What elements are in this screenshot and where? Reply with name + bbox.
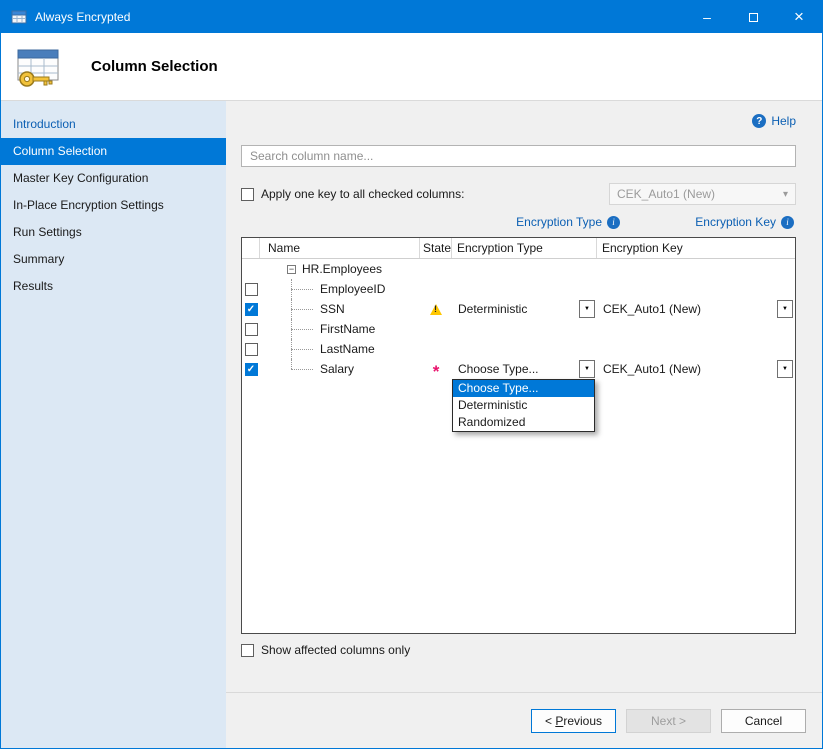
minimize-button[interactable]: – bbox=[684, 1, 730, 33]
dropdown-arrow-icon: ▼ bbox=[782, 306, 788, 312]
column-row-employeeid[interactable]: EmployeeID bbox=[242, 279, 795, 299]
encryption-type-link[interactable]: Encryption Type i bbox=[516, 215, 620, 229]
ssn-encryption-type-cell[interactable]: Deterministic ▼ bbox=[452, 299, 597, 319]
encryption-key-link[interactable]: Encryption Key i bbox=[695, 215, 794, 229]
encryption-key-link-label: Encryption Key bbox=[695, 215, 776, 229]
show-affected-columns-label: Show affected columns only bbox=[261, 643, 410, 657]
encryption-type-info-icon: i bbox=[607, 216, 620, 229]
column-name-label: LastName bbox=[320, 342, 375, 356]
salary-encryption-key-cell[interactable]: CEK_Auto1 (New) ▼ bbox=[597, 359, 795, 379]
wizard-steps-sidebar: Introduction Column Selection Master Key… bbox=[1, 101, 226, 748]
title-bar: Always Encrypted – × bbox=[1, 1, 822, 33]
header-encryption-type: Encryption Type bbox=[452, 238, 597, 258]
check-icon: ✓ bbox=[247, 304, 255, 315]
help-link[interactable]: ? Help bbox=[752, 114, 796, 128]
column-row-firstname[interactable]: FirstName bbox=[242, 319, 795, 339]
column-row-ssn[interactable]: ✓ SSN Deterministic ▼ CEK_Auto1 (New) ▼ bbox=[242, 299, 795, 319]
apply-one-key-label: Apply one key to all checked columns: bbox=[261, 187, 464, 201]
ssn-encryption-type-dropdown-button[interactable]: ▼ bbox=[579, 300, 595, 318]
column-row-salary[interactable]: ✓ Salary * Choose Type... ▼ CEK_Auto1 (N… bbox=[242, 359, 795, 379]
table-name-label: HR.Employees bbox=[302, 262, 382, 276]
ssn-encryption-key-value: CEK_Auto1 (New) bbox=[603, 302, 701, 316]
close-button[interactable]: × bbox=[776, 1, 822, 33]
encryption-type-dropdown-list: Choose Type... Deterministic Randomized bbox=[452, 379, 595, 432]
sidebar-item-master-key-configuration[interactable]: Master Key Configuration bbox=[1, 165, 226, 192]
dropdown-option-deterministic[interactable]: Deterministic bbox=[453, 397, 594, 414]
cancel-button[interactable]: Cancel bbox=[721, 709, 806, 733]
sidebar-item-summary[interactable]: Summary bbox=[1, 246, 226, 273]
header-checkbox-column bbox=[242, 238, 260, 258]
column-name-label: SSN bbox=[320, 302, 345, 316]
wizard-header: Column Selection bbox=[1, 33, 822, 101]
next-button[interactable]: Next > bbox=[626, 709, 711, 733]
header-state: State bbox=[420, 238, 452, 258]
ssn-checkbox[interactable]: ✓ bbox=[245, 303, 258, 316]
required-icon: * bbox=[433, 367, 440, 377]
show-affected-columns-checkbox[interactable] bbox=[241, 644, 254, 657]
always-encrypted-window: Always Encrypted – × Column Selection In… bbox=[0, 0, 823, 749]
sidebar-item-results[interactable]: Results bbox=[1, 273, 226, 300]
help-icon: ? bbox=[752, 114, 766, 128]
salary-encryption-type-value: Choose Type... bbox=[458, 362, 539, 376]
column-selection-panel: ? Help Apply one key to all checked colu… bbox=[226, 101, 822, 692]
dropdown-option-choose-type[interactable]: Choose Type... bbox=[453, 380, 594, 397]
page-title: Column Selection bbox=[91, 58, 218, 75]
columns-grid: Name State Encryption Type Encryption Ke… bbox=[241, 237, 796, 634]
salary-encryption-type-dropdown-button[interactable]: ▼ bbox=[579, 360, 595, 378]
salary-encryption-key-value: CEK_Auto1 (New) bbox=[603, 362, 701, 376]
search-column-input[interactable] bbox=[241, 145, 796, 167]
sidebar-item-in-place-encryption-settings[interactable]: In-Place Encryption Settings bbox=[1, 192, 226, 219]
ssn-encryption-key-dropdown-button[interactable]: ▼ bbox=[777, 300, 793, 318]
wizard-footer: < Previous Next > Cancel bbox=[226, 692, 822, 748]
ssn-encryption-key-cell[interactable]: CEK_Auto1 (New) ▼ bbox=[597, 299, 795, 319]
check-icon: ✓ bbox=[247, 364, 255, 375]
cek-combo-disabled[interactable]: CEK_Auto1 (New) ▾ bbox=[609, 183, 796, 205]
maximize-icon bbox=[749, 13, 758, 22]
previous-button[interactable]: < Previous bbox=[531, 709, 616, 733]
dropdown-arrow-icon: ▼ bbox=[584, 366, 590, 372]
column-name-label: FirstName bbox=[320, 322, 375, 336]
ssn-encryption-type-value: Deterministic bbox=[458, 302, 527, 316]
column-name-label: EmployeeID bbox=[320, 282, 385, 296]
header-encryption-key: Encryption Key bbox=[597, 238, 795, 258]
firstname-checkbox[interactable] bbox=[245, 323, 258, 336]
salary-encryption-type-cell[interactable]: Choose Type... ▼ bbox=[452, 359, 597, 379]
header-name: Name bbox=[260, 238, 420, 258]
dropdown-arrow-icon: ▼ bbox=[782, 366, 788, 372]
encryption-type-link-label: Encryption Type bbox=[516, 215, 602, 229]
sidebar-item-introduction[interactable]: Introduction bbox=[1, 111, 226, 138]
employeeid-checkbox[interactable] bbox=[245, 283, 258, 296]
window-controls: – × bbox=[684, 1, 822, 33]
salary-checkbox[interactable]: ✓ bbox=[245, 363, 258, 376]
help-label: Help bbox=[771, 114, 796, 128]
table-row-hr-employees[interactable]: − HR.Employees bbox=[242, 259, 795, 279]
lastname-checkbox[interactable] bbox=[245, 343, 258, 356]
sidebar-item-run-settings[interactable]: Run Settings bbox=[1, 219, 226, 246]
column-encryption-icon bbox=[13, 43, 61, 91]
window-title: Always Encrypted bbox=[35, 10, 130, 24]
apply-one-key-checkbox[interactable] bbox=[241, 188, 254, 201]
columns-grid-header: Name State Encryption Type Encryption Ke… bbox=[242, 238, 795, 259]
maximize-button[interactable] bbox=[730, 1, 776, 33]
collapse-expander-icon[interactable]: − bbox=[287, 265, 296, 274]
cek-combo-value: CEK_Auto1 (New) bbox=[617, 187, 715, 201]
encryption-key-info-icon: i bbox=[781, 216, 794, 229]
dropdown-option-randomized[interactable]: Randomized bbox=[453, 414, 594, 431]
salary-encryption-key-dropdown-button[interactable]: ▼ bbox=[777, 360, 793, 378]
chevron-down-icon: ▾ bbox=[783, 189, 788, 200]
column-row-lastname[interactable]: LastName bbox=[242, 339, 795, 359]
close-icon: × bbox=[794, 7, 804, 27]
app-icon bbox=[11, 9, 27, 25]
warning-icon bbox=[430, 304, 442, 315]
dropdown-arrow-icon: ▼ bbox=[584, 306, 590, 312]
sidebar-item-column-selection[interactable]: Column Selection bbox=[1, 138, 226, 165]
minimize-icon: – bbox=[703, 9, 711, 25]
column-name-label: Salary bbox=[320, 362, 354, 376]
